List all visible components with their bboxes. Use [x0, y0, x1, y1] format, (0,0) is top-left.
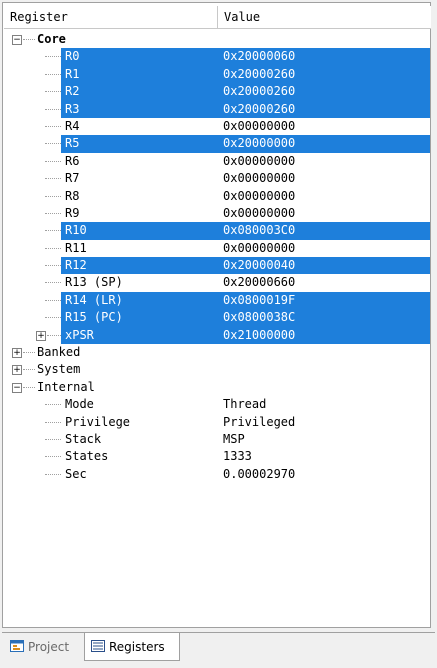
register-row-r8[interactable]: R8 0x00000000 — [3, 188, 430, 205]
register-name: xPSR — [65, 327, 94, 342]
register-value: 0x00000000 — [223, 153, 296, 168]
register-row-r10[interactable]: R10 0x080003C0 — [3, 222, 430, 240]
tree-group-core[interactable]: − Core — [3, 31, 430, 48]
register-value: 0x20000000 — [223, 136, 296, 151]
register-value: 0x00000000 — [223, 205, 296, 220]
internal-row-privilege[interactable]: Privilege Privileged — [3, 414, 430, 431]
register-name: Stack — [65, 431, 102, 446]
register-value: 0x080003C0 — [223, 223, 296, 238]
group-label-core: Core — [37, 32, 66, 46]
collapse-icon[interactable]: − — [12, 35, 22, 45]
register-value: 0x00000000 — [223, 188, 296, 203]
register-tree: − Core R0 0x20000060 R1 0x20000260 R2 0x20000… — [3, 31, 430, 483]
register-row-r11[interactable]: R11 0x00000000 — [3, 240, 430, 257]
group-label-system: System — [37, 362, 81, 377]
register-value: 0x0800019F — [223, 292, 296, 307]
register-name: R5 — [65, 136, 80, 151]
register-value: 0x00000000 — [223, 118, 296, 133]
register-name: R13 (SP) — [65, 275, 123, 290]
register-name: R2 — [65, 84, 80, 99]
project-icon — [10, 640, 24, 652]
register-value: 0x20000260 — [223, 84, 296, 99]
register-name: R3 — [65, 101, 80, 116]
register-row-r12[interactable]: R12 0x20000040 — [3, 257, 430, 275]
column-header-value[interactable]: Value — [218, 6, 431, 28]
register-row-r1[interactable]: R1 0x20000260 — [3, 65, 430, 84]
tree-group-banked[interactable]: + Banked — [3, 344, 430, 361]
internal-row-mode[interactable]: Mode Thread — [3, 396, 430, 413]
tab-registers-label: Registers — [109, 640, 165, 654]
tab-registers[interactable]: Registers — [84, 633, 180, 661]
register-name: R7 — [65, 171, 80, 186]
register-value: 0x20000040 — [223, 258, 296, 273]
register-name: R15 (PC) — [65, 310, 123, 325]
register-row-r5[interactable]: R5 0x20000000 — [3, 135, 430, 153]
register-row-r13[interactable]: R13 (SP) 0x20000660 — [3, 274, 430, 291]
register-name: R10 — [65, 223, 87, 238]
collapse-icon[interactable]: − — [12, 382, 22, 393]
column-header: Register Value — [4, 6, 431, 29]
register-name: R12 — [65, 258, 87, 273]
internal-row-sec[interactable]: Sec 0.00002970 — [3, 466, 430, 483]
register-name: R4 — [65, 118, 80, 133]
register-value: 0x20000060 — [223, 49, 296, 64]
register-row-r14[interactable]: R14 (LR) 0x0800019F — [3, 291, 430, 310]
expand-icon[interactable]: + — [12, 365, 22, 376]
register-value: 0.00002970 — [223, 466, 296, 481]
register-value: 0x20000660 — [223, 275, 296, 290]
register-row-xpsr[interactable]: + xPSR 0x21000000 — [3, 326, 430, 345]
register-name: Privilege — [65, 414, 131, 429]
column-header-register[interactable]: Register — [4, 6, 218, 28]
tree-group-internal[interactable]: − Internal — [3, 379, 430, 396]
register-value: 0x21000000 — [223, 327, 296, 342]
expand-icon[interactable]: + — [36, 330, 46, 341]
register-name: R6 — [65, 153, 80, 168]
register-row-r0[interactable]: R0 0x20000060 — [3, 48, 430, 66]
register-value: MSP — [223, 431, 245, 446]
bottom-tab-bar: Project Registers — [2, 632, 435, 663]
register-value: 0x00000000 — [223, 240, 296, 255]
register-name: R14 (LR) — [65, 292, 123, 307]
tree-group-system[interactable]: + System — [3, 361, 430, 378]
register-value: 0x20000260 — [223, 66, 296, 81]
internal-row-states[interactable]: States 1333 — [3, 448, 430, 465]
register-value: 0x0800038C — [223, 310, 296, 325]
register-name: R9 — [65, 205, 80, 220]
register-value: Privileged — [223, 414, 296, 429]
register-row-r3[interactable]: R3 0x20000260 — [3, 100, 430, 118]
tab-project-label: Project — [28, 640, 70, 654]
register-name: R1 — [65, 66, 80, 81]
register-row-r15[interactable]: R15 (PC) 0x0800038C — [3, 309, 430, 327]
group-label-banked: Banked — [37, 345, 81, 360]
register-value: 0x00000000 — [223, 171, 296, 186]
registers-icon — [91, 640, 105, 652]
register-name: R8 — [65, 188, 80, 203]
register-name: R11 — [65, 240, 87, 255]
expand-icon[interactable]: + — [12, 348, 22, 359]
register-row-r9[interactable]: R9 0x00000000 — [3, 205, 430, 222]
tab-project[interactable]: Project — [4, 633, 82, 661]
register-name: Sec — [65, 466, 87, 481]
register-name: States — [65, 449, 109, 464]
register-value: 0x20000260 — [223, 101, 296, 116]
group-label-internal: Internal — [37, 379, 95, 394]
internal-row-stack[interactable]: Stack MSP — [3, 431, 430, 448]
register-name: R0 — [65, 49, 80, 64]
registers-window: Register Value − Core R0 0x20000060 R1 0x20… — [2, 2, 431, 628]
register-row-r7[interactable]: R7 0x00000000 — [3, 170, 430, 187]
register-row-r6[interactable]: R6 0x00000000 — [3, 153, 430, 170]
register-value: Thread — [223, 397, 267, 412]
register-row-r4[interactable]: R4 0x00000000 — [3, 118, 430, 135]
register-value: 1333 — [223, 449, 252, 464]
register-row-r2[interactable]: R2 0x20000260 — [3, 83, 430, 101]
register-name: Mode — [65, 397, 94, 412]
